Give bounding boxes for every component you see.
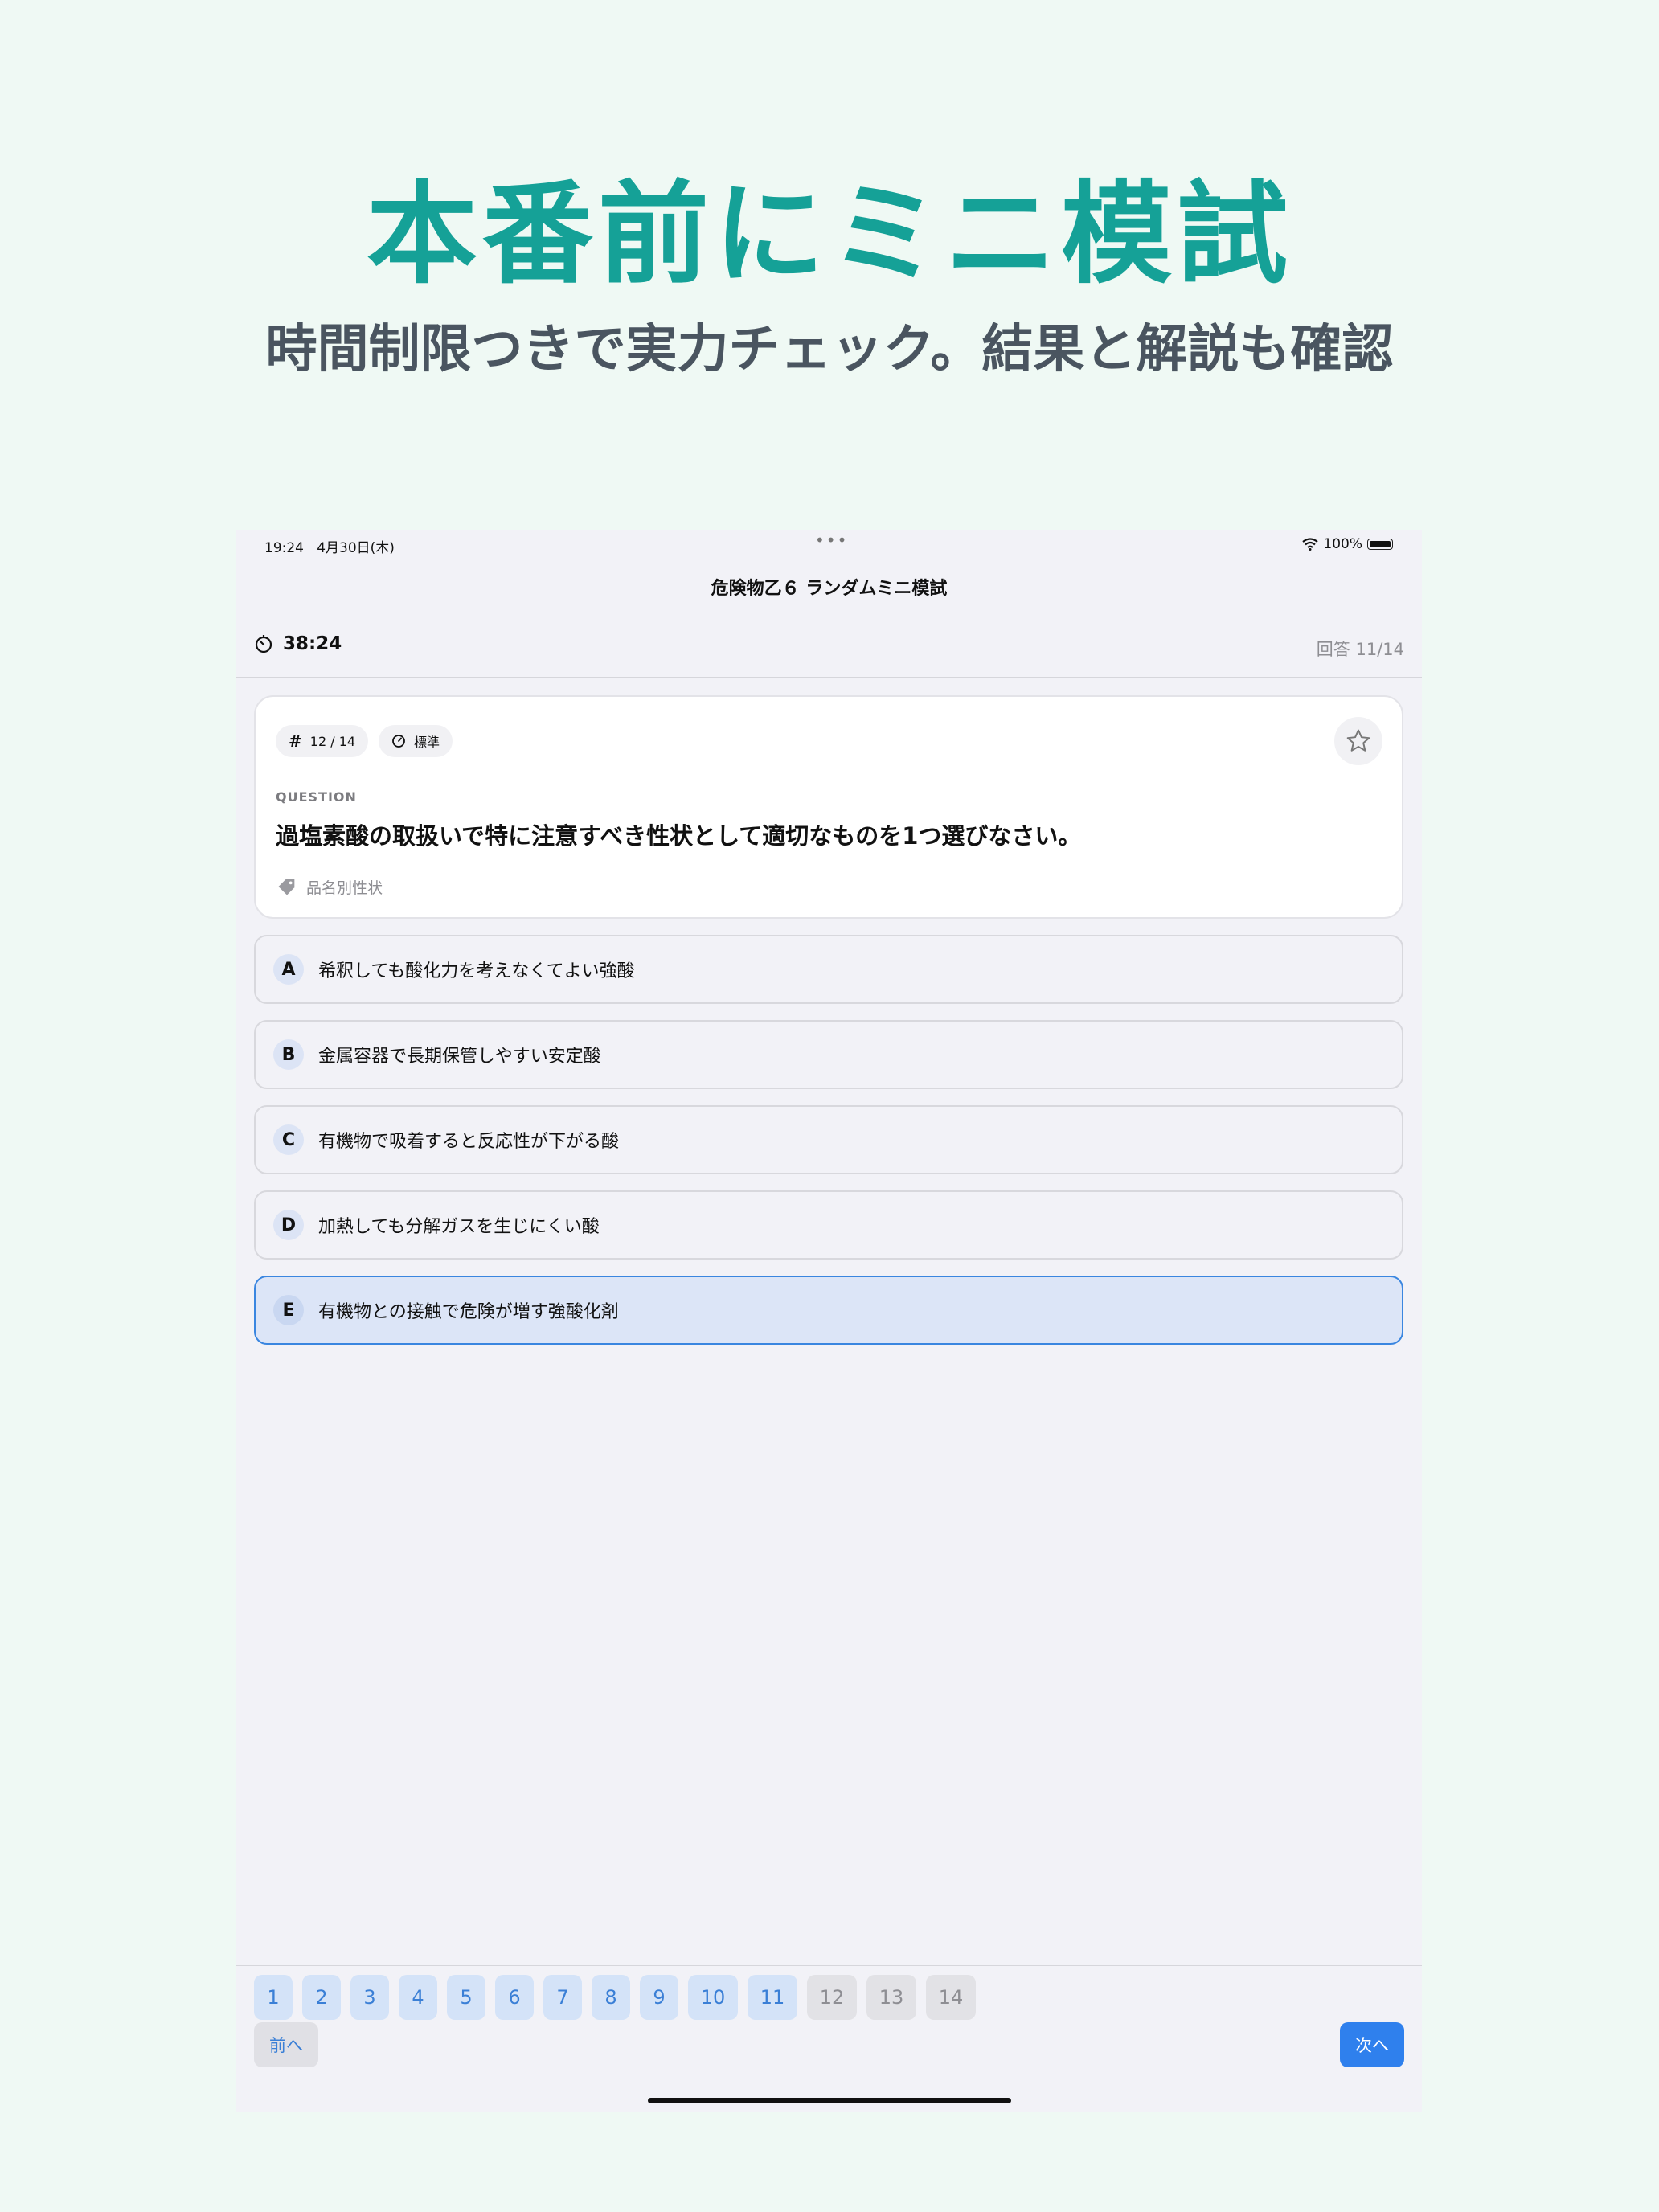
pager-item[interactable]: 6 <box>495 1975 534 2020</box>
question-label: QUESTION <box>276 789 357 805</box>
wifi-icon <box>1302 538 1319 551</box>
answered-count: 回答 11/14 <box>1316 640 1404 659</box>
pager-item[interactable]: 5 <box>447 1975 485 2020</box>
promo-subhead: 時間制限つきで実力チェック。結果と解説も確認 <box>265 320 1394 379</box>
difficulty-label: 標準 <box>414 735 440 750</box>
tag-label: 品名別性状 <box>306 879 383 897</box>
status-right: 100% <box>1302 536 1393 552</box>
pager-item[interactable]: 3 <box>350 1975 389 2020</box>
option-d[interactable]: D 加熱しても分解ガスを生じにくい酸 <box>254 1190 1403 1260</box>
gauge-icon <box>392 735 405 748</box>
question-number: 12 / 14 <box>309 733 356 749</box>
next-button[interactable]: 次へ <box>1340 2022 1404 2067</box>
promo-headline: 本番前にミニ模試 <box>366 170 1292 299</box>
option-text: 有機物との接触で危険が増す強酸化剤 <box>318 1302 619 1322</box>
battery-percent: 100% <box>1323 536 1362 552</box>
option-b[interactable]: B 金属容器で長期保管しやすい安定酸 <box>254 1020 1403 1089</box>
option-letter: C <box>273 1124 304 1155</box>
pager-item[interactable]: 9 <box>640 1975 678 2020</box>
battery-icon <box>1367 539 1393 550</box>
option-text: 有機物で吸着すると反応性が下がる酸 <box>318 1132 620 1152</box>
pager-item-current[interactable]: 12 <box>807 1975 857 2020</box>
timer-value: 38:24 <box>283 633 342 654</box>
status-time: 19:24 4月30日(木) <box>264 540 395 556</box>
pager-item[interactable]: 8 <box>592 1975 630 2020</box>
option-letter: D <box>273 1210 304 1240</box>
option-text: 加熱しても分解ガスを生じにくい酸 <box>318 1217 600 1237</box>
prev-button[interactable]: 前へ <box>254 2022 318 2067</box>
pager-item[interactable]: 4 <box>399 1975 437 2020</box>
star-icon <box>1346 729 1370 752</box>
exam-header: 38:24 回答 11/14 <box>236 633 1422 666</box>
timer-icon <box>255 635 272 653</box>
difficulty-chip: 標準 <box>379 725 453 757</box>
home-indicator[interactable] <box>648 2098 1011 2103</box>
pager-item[interactable]: 14 <box>926 1975 976 2020</box>
pager-item[interactable]: 13 <box>866 1975 916 2020</box>
question-pager: 1 2 3 4 5 6 7 8 9 10 11 12 13 14 <box>254 1965 976 2020</box>
option-e[interactable]: E 有機物との接触で危険が増す強酸化剤 <box>254 1276 1403 1345</box>
question-text: 過塩素酸の取扱いで特に注意すべき性状として適切なものを1つ選びなさい。 <box>276 822 1082 850</box>
hash-icon: # <box>289 731 302 751</box>
option-text: 希釈しても酸化力を考えなくてよい強酸 <box>318 961 635 981</box>
option-letter: A <box>273 954 304 985</box>
pager-item[interactable]: 1 <box>254 1975 293 2020</box>
option-letter: B <box>273 1039 304 1070</box>
pager-item[interactable]: 7 <box>543 1975 582 2020</box>
question-tag: 品名別性状 <box>276 875 383 898</box>
status-bar: 19:24 4月30日(木) ••• 100% <box>236 530 1422 556</box>
pager-item[interactable]: 11 <box>748 1975 797 2020</box>
option-letter: E <box>273 1295 304 1325</box>
question-number-chip: # 12 / 14 <box>276 725 369 757</box>
option-c[interactable]: C 有機物で吸着すると反応性が下がる酸 <box>254 1105 1403 1174</box>
timer: 38:24 <box>254 633 342 654</box>
nav-title: 危険物乙６ ランダムミニ模試 <box>711 579 948 599</box>
tag-icon <box>278 879 295 895</box>
favorite-button[interactable] <box>1334 717 1382 765</box>
option-a[interactable]: A 希釈しても酸化力を考えなくてよい強酸 <box>254 935 1403 1004</box>
header-divider <box>236 677 1422 678</box>
pager-item[interactable]: 10 <box>688 1975 738 2020</box>
question-card: # 12 / 14 標準 QUESTION 過塩素酸の取扱いで特に注意すべき性状… <box>254 695 1403 919</box>
pager-item[interactable]: 2 <box>302 1975 341 2020</box>
option-text: 金属容器で長期保管しやすい安定酸 <box>318 1047 601 1067</box>
device-screen: 19:24 4月30日(木) ••• 100% 危険物乙６ ランダムミニ模試 3… <box>236 530 1422 2112</box>
multitasking-dots[interactable]: ••• <box>815 530 848 550</box>
